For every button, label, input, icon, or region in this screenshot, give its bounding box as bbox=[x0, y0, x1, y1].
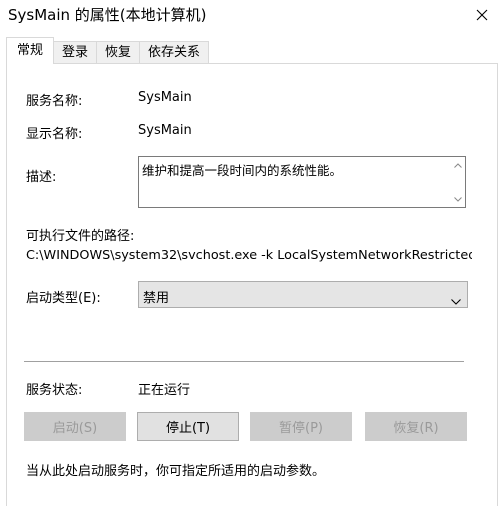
tab-recovery[interactable]: 恢复 bbox=[96, 41, 141, 64]
exec-path-label: 可执行文件的路径: bbox=[26, 229, 135, 244]
chevron-down-icon[interactable] bbox=[453, 194, 463, 204]
tab-general[interactable]: 常规 bbox=[6, 37, 55, 64]
tab-strip: 常规 登录 恢复 依存关系 bbox=[6, 37, 210, 64]
service-status-label: 服务状态: bbox=[26, 383, 83, 398]
window-title: SysMain 的属性(本地计算机) bbox=[8, 6, 207, 24]
pause-button[interactable]: 暂停(P) bbox=[250, 412, 352, 441]
description-text: 维护和提高一段时间内的系统性能。 bbox=[142, 163, 343, 178]
display-name-label: 显示名称: bbox=[26, 127, 83, 142]
title-bar[interactable]: SysMain 的属性(本地计算机) bbox=[0, 0, 500, 30]
startup-type-value: 禁用 bbox=[143, 291, 170, 306]
display-name-value: SysMain bbox=[138, 123, 192, 138]
service-properties-dialog: SysMain 的属性(本地计算机) 常规 登录 恢复 依存关系 服务名称: S… bbox=[0, 0, 500, 506]
close-icon[interactable] bbox=[468, 2, 496, 28]
startup-type-select[interactable]: 禁用 bbox=[138, 281, 468, 308]
tab-dependencies[interactable]: 依存关系 bbox=[139, 41, 210, 64]
resume-button[interactable]: 恢复(R) bbox=[365, 412, 467, 441]
service-status-value: 正在运行 bbox=[138, 383, 191, 398]
description-label: 描述: bbox=[26, 170, 57, 185]
exec-path-value: C:\WINDOWS\system32\svchost.exe -k Local… bbox=[26, 248, 472, 263]
section-divider bbox=[24, 361, 464, 362]
startup-type-label: 启动类型(E): bbox=[26, 291, 101, 306]
service-name-label: 服务名称: bbox=[26, 94, 83, 109]
service-name-value: SysMain bbox=[138, 90, 192, 105]
description-box[interactable]: 维护和提高一段时间内的系统性能。 bbox=[138, 156, 466, 208]
tab-logon[interactable]: 登录 bbox=[53, 41, 98, 64]
chevron-up-icon[interactable] bbox=[453, 160, 463, 170]
chevron-down-icon bbox=[451, 290, 461, 309]
stop-button[interactable]: 停止(T) bbox=[137, 412, 239, 441]
start-button[interactable]: 启动(S) bbox=[24, 412, 126, 441]
start-params-hint: 当从此处启动服务时，你可指定所适用的启动参数。 bbox=[26, 464, 326, 479]
